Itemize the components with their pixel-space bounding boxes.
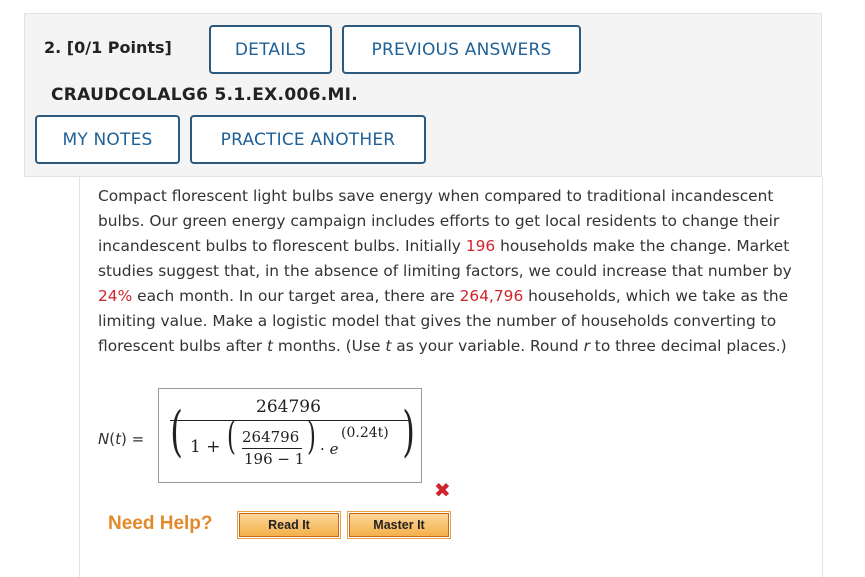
fraction-bar [170,420,410,421]
practice-another-button[interactable]: PRACTICE ANOTHER [190,115,426,164]
my-notes-button[interactable]: MY NOTES [35,115,180,164]
inner-right-paren: ) [306,414,316,458]
answer-label: N(t) = [98,430,145,448]
left-paren: ( [170,400,183,463]
question-code: CRAUDCOLALG6 5.1.EX.006.MI. [51,85,359,105]
initial-households-value: 196 [465,237,496,255]
inner-denominator: 196 − 1 [244,450,305,468]
answer-dot-e: · e [320,440,339,458]
inner-numerator: 264796 [242,428,300,446]
answer-exponent: (0.24t) [341,425,389,441]
master-it-button[interactable]: Master It [347,511,451,539]
details-button[interactable]: DETAILS [209,25,332,74]
read-it-button[interactable]: Read It [237,511,341,539]
total-households-value: 264,796 [459,287,524,305]
answer-one-plus: 1 + [190,437,221,457]
question-number: 2. [0/1 Points] [44,38,172,57]
problem-text: Compact florescent light bulbs save ener… [98,187,792,355]
growth-rate-value: 24% [98,287,133,305]
need-help-label: Need Help? [108,513,213,534]
inner-left-paren: ( [226,414,236,458]
inner-fraction-bar [242,448,302,449]
previous-answers-button[interactable]: PREVIOUS ANSWERS [342,25,581,74]
right-paren: ) [402,400,415,463]
incorrect-icon: ✖ [434,478,451,502]
